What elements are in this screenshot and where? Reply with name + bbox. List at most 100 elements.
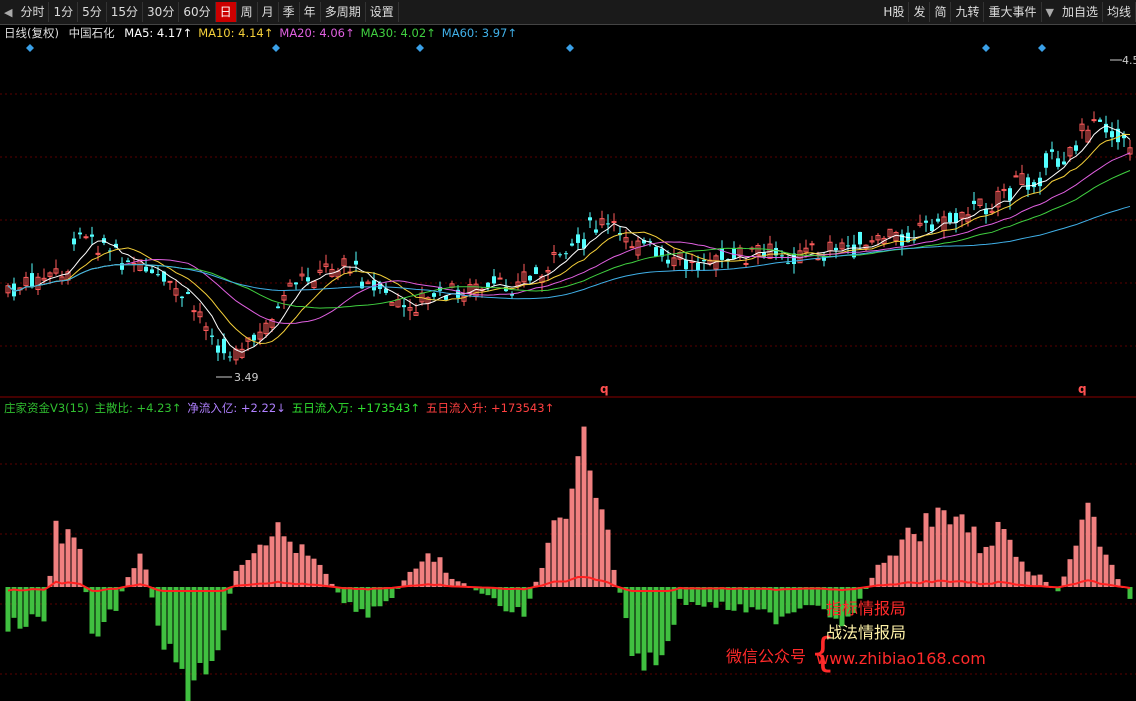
ind-bar-83 xyxy=(503,587,509,612)
toolbar-right-1[interactable]: 发 xyxy=(909,2,931,22)
ind-bar-169 xyxy=(1019,561,1025,587)
candle-body-157 xyxy=(948,212,952,223)
ind-bar-10 xyxy=(65,529,71,587)
ind-bar-86 xyxy=(521,587,527,617)
low-label: 3.49 xyxy=(234,371,259,384)
ind-bar-22 xyxy=(137,553,143,587)
ind-bar-151 xyxy=(911,534,917,587)
candle-body-34 xyxy=(210,335,214,337)
ind-bar-46 xyxy=(281,536,287,587)
candle-body-175 xyxy=(1056,158,1060,167)
ind-bar-118 xyxy=(713,587,719,608)
ind-bar-157 xyxy=(947,524,953,587)
candle-body-41 xyxy=(252,334,256,341)
ind-bar-135 xyxy=(815,587,821,606)
ind-bar-125 xyxy=(755,587,761,610)
event-marker-icon-5 xyxy=(1038,44,1046,52)
candle-body-71 xyxy=(432,293,436,297)
candle-body-94 xyxy=(570,243,574,246)
ind-bar-27 xyxy=(167,587,173,644)
toolbar-right-6[interactable]: 均线 xyxy=(1103,2,1136,22)
period-tab-0[interactable]: 分时 xyxy=(16,2,50,22)
ind-bar-96 xyxy=(581,426,587,587)
ind-bar-120 xyxy=(725,587,731,610)
ind-bar-164 xyxy=(989,545,995,587)
candle-body-93 xyxy=(564,253,568,255)
ind-bar-165 xyxy=(995,521,1001,587)
candle-body-130 xyxy=(786,262,790,264)
toolbar-right-0[interactable]: H股 xyxy=(879,2,910,22)
ind-bar-115 xyxy=(695,587,701,606)
ind-bar-179 xyxy=(1079,519,1085,587)
candle-body-123 xyxy=(743,262,749,265)
toolbar-right-2[interactable]: 简 xyxy=(930,2,952,22)
candle-body-20 xyxy=(126,260,130,263)
ind-bar-104 xyxy=(629,587,635,656)
dropdown-icon[interactable]: ▼ xyxy=(1042,6,1058,19)
ind-bar-34 xyxy=(209,587,215,662)
ind-bar-95 xyxy=(575,456,581,587)
ind-bar-108 xyxy=(653,587,659,666)
ind-bar-160 xyxy=(965,532,971,587)
period-tab-4[interactable]: 30分 xyxy=(143,2,180,22)
ind-bar-56 xyxy=(341,587,347,604)
ind-bar-100 xyxy=(605,529,611,587)
ind-bar-62 xyxy=(377,587,383,607)
candle-body-45 xyxy=(276,306,280,309)
period-tab-8[interactable]: 月 xyxy=(258,2,279,22)
ind-bar-154 xyxy=(929,526,935,587)
candle-body-30 xyxy=(186,292,190,294)
period-tab-12[interactable]: 设置 xyxy=(366,2,399,22)
ind-bar-41 xyxy=(251,553,257,587)
ind-bar-148 xyxy=(893,555,899,587)
toolbar-right-3[interactable]: 九转 xyxy=(951,2,985,22)
candle-body-161 xyxy=(972,200,976,205)
ind-bar-60 xyxy=(365,587,371,618)
candle-body-134 xyxy=(809,243,815,246)
ind-bar-180 xyxy=(1085,502,1091,587)
event-marker-icon-4 xyxy=(982,44,990,52)
period-tab-3[interactable]: 15分 xyxy=(107,2,144,22)
candle-body-58 xyxy=(354,260,358,265)
ind-bar-17 xyxy=(107,587,113,610)
period-tab-10[interactable]: 年 xyxy=(300,2,321,22)
ma-line-10 xyxy=(7,133,1131,345)
ind-bar-161 xyxy=(971,526,977,587)
ind-bar-15 xyxy=(95,587,101,637)
back-icon[interactable]: ◀ xyxy=(0,6,16,19)
ind-bar-156 xyxy=(941,510,947,587)
ind-bar-152 xyxy=(917,541,923,587)
period-tab-7[interactable]: 周 xyxy=(237,2,258,22)
candle-body-36 xyxy=(222,338,226,354)
toolbar-right-5[interactable]: 加自选 xyxy=(1058,2,1103,22)
period-tab-9[interactable]: 季 xyxy=(279,2,300,22)
ind-bar-84 xyxy=(509,587,515,613)
watermark: 微信公众号 { 指标情报局 战法情报局 www.zhibiao168.com xyxy=(726,599,1126,695)
event-marker-icon-1 xyxy=(272,44,280,52)
ind-bar-99 xyxy=(599,509,605,587)
ind-bar-44 xyxy=(269,536,275,587)
ind-bar-2 xyxy=(17,587,23,629)
kline-chart[interactable]: 3.49 4.5 q q xyxy=(0,24,1136,701)
ind-bar-131 xyxy=(791,587,797,613)
period-tab-5[interactable]: 60分 xyxy=(179,2,216,22)
wm-line2: 战法情报局 xyxy=(826,623,907,642)
candle-body-101 xyxy=(611,221,617,224)
period-tab-11[interactable]: 多周期 xyxy=(321,2,366,22)
ind-bar-105 xyxy=(635,587,641,654)
ind-bar-43 xyxy=(263,545,269,587)
ind-bar-127 xyxy=(767,587,773,613)
period-tab-1[interactable]: 1分 xyxy=(49,2,79,22)
ind-bar-122 xyxy=(737,587,743,605)
ind-bar-182 xyxy=(1097,546,1103,587)
period-tab-2[interactable]: 5分 xyxy=(78,2,107,22)
ind-bar-32 xyxy=(197,587,203,663)
period-tab-6[interactable]: 日 xyxy=(215,2,237,22)
candle-body-129 xyxy=(780,255,784,257)
ind-bar-69 xyxy=(419,561,425,587)
ind-bar-134 xyxy=(809,587,815,606)
candle-body-173 xyxy=(1044,153,1048,168)
ind-bar-97 xyxy=(587,470,593,587)
toolbar-right-4[interactable]: 重大事件 xyxy=(984,2,1042,22)
ind-bar-31 xyxy=(191,587,197,681)
